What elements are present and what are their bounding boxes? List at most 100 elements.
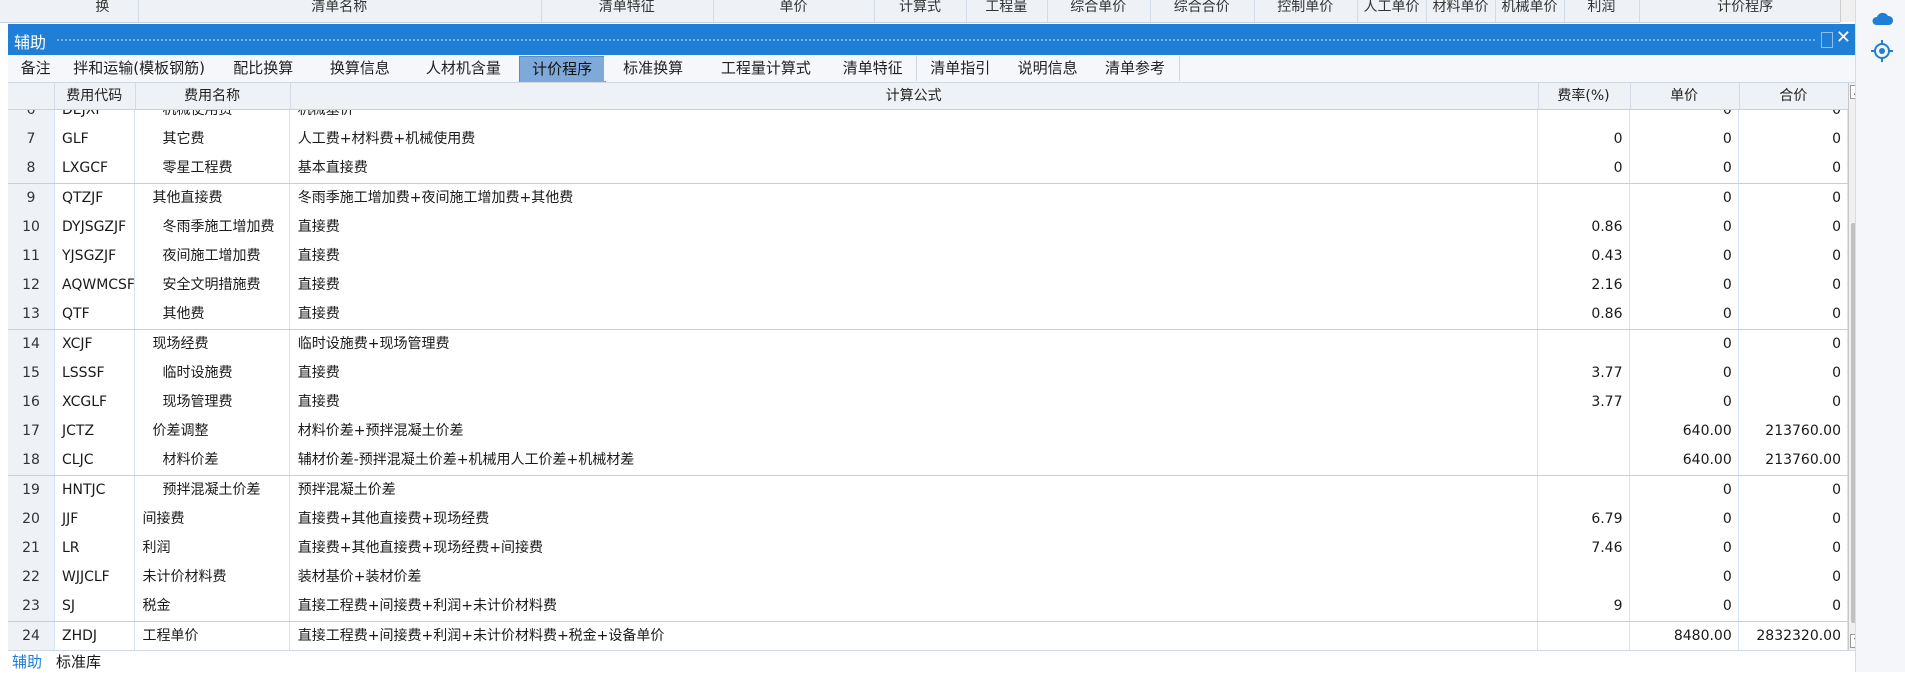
rate-cell[interactable] (1538, 563, 1630, 593)
total-cell[interactable]: 0 (1739, 154, 1848, 184)
fee-code-cell[interactable]: WJJCLF (54, 563, 135, 593)
row-number[interactable]: 21 (8, 534, 55, 563)
unit-price-cell[interactable]: 0 (1630, 504, 1739, 534)
rate-cell[interactable] (1538, 621, 1630, 650)
rate-cell[interactable]: 0.86 (1538, 300, 1630, 330)
row-number-header[interactable] (8, 83, 55, 109)
fee-name-header[interactable]: 费用名称 (135, 83, 291, 109)
table-row[interactable]: 9 QTZJF 其他直接费 冬雨季施工增加费+夜间施工增加费+其他费 0 0 (8, 183, 1848, 214)
fee-name-cell[interactable]: 冬雨季施工增加费 (135, 212, 290, 242)
fee-name-cell[interactable]: 间接费 (135, 504, 290, 534)
fee-name-cell[interactable]: 现场管理费 (135, 388, 290, 417)
tab-0[interactable]: 备注 (8, 56, 65, 81)
rate-cell[interactable] (1538, 183, 1630, 213)
formula-cell[interactable]: 机械基价 (290, 110, 1538, 125)
formula-cell[interactable]: 临时设施费+现场管理费 (290, 329, 1538, 359)
rate-cell[interactable] (1538, 446, 1630, 476)
formula-cell[interactable]: 直接费+其他直接费+现场经费+间接费 (290, 534, 1538, 563)
rate-cell[interactable]: 0 (1538, 125, 1630, 155)
fee-name-cell[interactable]: 机械使用费 (135, 110, 290, 125)
upper-scrollbar[interactable] (1840, 0, 1856, 22)
locate-icon[interactable] (1869, 38, 1895, 64)
total-cell[interactable]: 0 (1739, 388, 1848, 417)
fee-name-cell[interactable]: 材料价差 (135, 446, 290, 476)
rate-cell[interactable]: 3.77 (1538, 388, 1630, 417)
unit-price-cell[interactable]: 0 (1630, 271, 1739, 301)
total-cell[interactable]: 0 (1739, 504, 1848, 534)
row-number[interactable]: 18 (8, 446, 55, 476)
rate-cell[interactable]: 2.16 (1538, 271, 1630, 301)
total-cell[interactable]: 0 (1739, 110, 1848, 125)
table-row[interactable]: 18 CLJC 材料价差 辅材价差-预拌混凝土价差+机械用人工价差+机械材差 640.0… (8, 446, 1848, 477)
unit-price-cell[interactable]: 0 (1630, 563, 1739, 593)
rate-cell[interactable]: 9 (1538, 592, 1630, 622)
fee-code-cell[interactable]: GLF (54, 125, 135, 155)
formula-cell[interactable]: 直接费 (290, 212, 1538, 242)
fee-code-cell[interactable]: DEJXF (54, 110, 135, 125)
rate-cell[interactable] (1538, 110, 1630, 125)
table-row[interactable]: 19 HNTJC 预拌混凝土价差 预拌混凝土价差 0 0 (8, 475, 1848, 506)
formula-cell[interactable]: 直接费 (290, 300, 1538, 330)
table-row[interactable]: 13 QTF 其他费 直接费 0.86 0 0 (8, 300, 1848, 331)
unit-price-cell[interactable]: 0 (1630, 358, 1739, 388)
table-row[interactable]: 11 YJSGZJF 夜间施工增加费 直接费 0.43 0 0 (8, 242, 1848, 272)
formula-cell[interactable]: 直接工程费+间接费+利润+未计价材料费 (290, 592, 1538, 622)
row-number[interactable]: 11 (8, 242, 55, 271)
fee-code-cell[interactable]: LXGCF (54, 154, 135, 184)
fee-code-cell[interactable]: YJSGZJF (54, 242, 135, 271)
table-row[interactable]: 23 SJ 税金 直接工程费+间接费+利润+未计价材料费 9 0 0 (8, 592, 1848, 623)
row-number[interactable]: 14 (8, 329, 55, 359)
unit-price-cell[interactable]: 640.00 (1630, 417, 1739, 447)
unit-price-cell[interactable]: 0 (1630, 388, 1739, 417)
tab-10[interactable]: 说明信息 (1003, 56, 1093, 81)
total-cell[interactable]: 0 (1739, 271, 1848, 301)
fee-name-cell[interactable]: 临时设施费 (135, 358, 290, 388)
fee-code-cell[interactable]: QTF (54, 300, 135, 330)
row-number[interactable]: 16 (8, 388, 55, 417)
fee-name-cell[interactable]: 税金 (135, 592, 290, 622)
total-cell[interactable]: 0 (1739, 358, 1848, 388)
tab-6[interactable]: 标准换算 (603, 56, 704, 81)
unit-price-cell[interactable]: 0 (1630, 300, 1739, 330)
fee-name-cell[interactable]: 利润 (135, 534, 290, 563)
table-row[interactable]: 8 LXGCF 零星工程费 基本直接费 0 0 0 (8, 154, 1848, 185)
rate-cell[interactable] (1538, 417, 1630, 447)
cloud-icon[interactable] (1869, 6, 1895, 32)
row-number[interactable]: 23 (8, 592, 55, 622)
formula-cell[interactable]: 直接费 (290, 271, 1538, 301)
fee-name-cell[interactable]: 其它费 (135, 125, 290, 155)
fee-name-cell[interactable]: 价差调整 (135, 417, 290, 447)
unit-price-cell[interactable]: 0 (1630, 154, 1739, 184)
fee-name-cell[interactable]: 夜间施工增加费 (135, 242, 290, 271)
fee-code-cell[interactable]: XCGLF (54, 388, 135, 417)
fee-name-cell[interactable]: 其他直接费 (135, 183, 290, 213)
fee-code-cell[interactable]: QTZJF (54, 183, 135, 213)
row-number[interactable]: 20 (8, 504, 55, 534)
row-number[interactable]: 8 (8, 154, 55, 184)
tab-2[interactable]: 配比换算 (215, 56, 313, 81)
row-number[interactable]: 13 (8, 300, 55, 330)
fee-code-cell[interactable]: AQWMCSF (54, 271, 135, 301)
restore-icon[interactable] (1821, 32, 1833, 48)
total-cell[interactable]: 0 (1739, 534, 1848, 563)
unit-price-cell[interactable]: 640.00 (1630, 446, 1739, 476)
total-cell[interactable]: 0 (1739, 183, 1848, 213)
fee-name-cell[interactable]: 零星工程费 (135, 154, 290, 184)
close-icon[interactable]: ✕ (1836, 27, 1851, 48)
formula-cell[interactable]: 直接费+其他直接费+现场经费 (290, 504, 1538, 534)
total-cell[interactable]: 2832320.00 (1739, 621, 1848, 650)
rate-cell[interactable]: 0.43 (1538, 242, 1630, 271)
unit-price-cell[interactable]: 0 (1630, 475, 1739, 505)
fee-code-cell[interactable]: HNTJC (54, 475, 135, 505)
formula-cell[interactable]: 直接工程费+间接费+利润+未计价材料费+税金+设备单价 (290, 621, 1538, 650)
unit-price-cell[interactable]: 0 (1630, 329, 1739, 359)
table-row[interactable]: 10 DYJSGZJF 冬雨季施工增加费 直接费 0.86 0 0 (8, 212, 1848, 243)
fee-code-cell[interactable]: JCTZ (54, 417, 135, 447)
fee-code-cell[interactable]: CLJC (54, 446, 135, 476)
table-row[interactable]: 24 ZHDJ 工程单价 直接工程费+间接费+利润+未计价材料费+税金+设备单价 848… (8, 621, 1848, 650)
fee-code-cell[interactable]: LSSSF (54, 358, 135, 388)
titlebar-grip[interactable] (56, 38, 1815, 42)
row-number[interactable]: 19 (8, 475, 55, 505)
fee-name-cell[interactable]: 工程单价 (135, 621, 290, 650)
row-number[interactable]: 12 (8, 271, 55, 301)
